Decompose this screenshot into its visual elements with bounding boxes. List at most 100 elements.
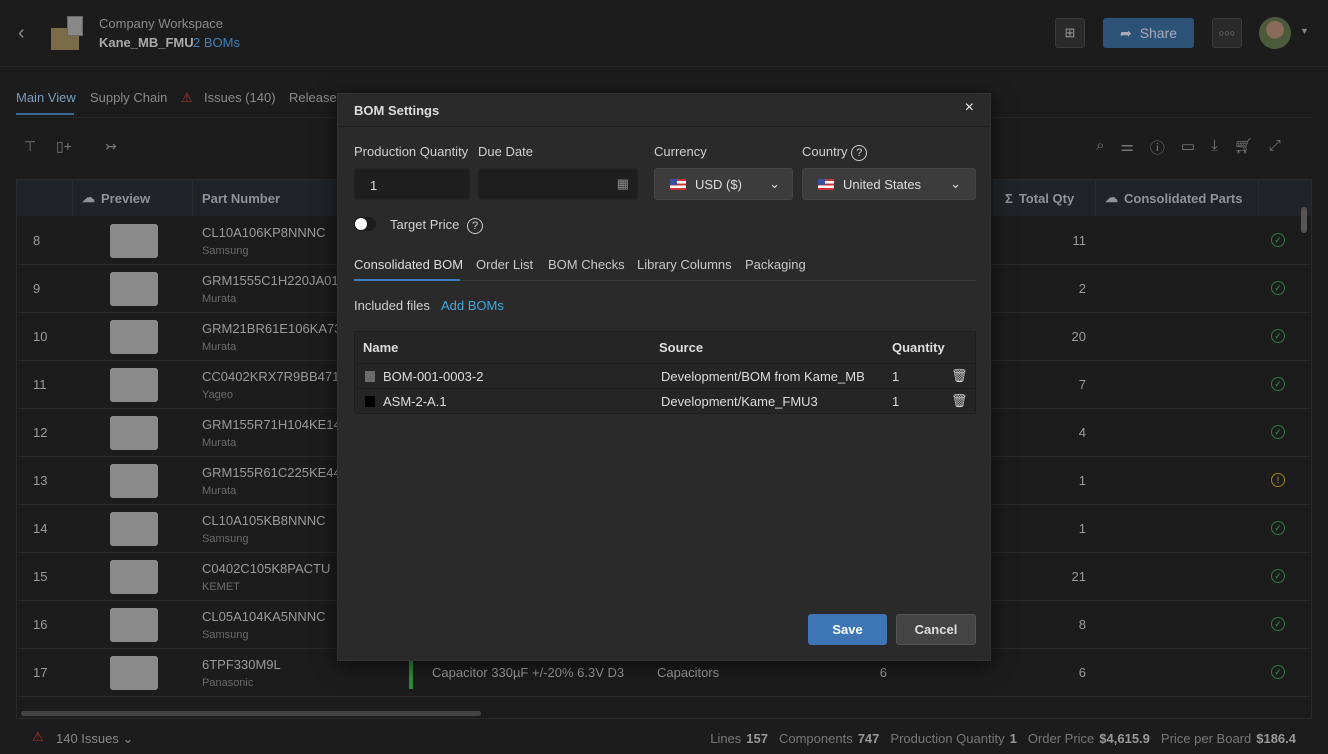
avatar[interactable] <box>1259 17 1291 49</box>
row-number: 9 <box>33 281 41 296</box>
part-preview-image <box>110 224 158 258</box>
add-column-icon[interactable]: ▯+ <box>56 138 72 155</box>
file-row: BOM-001-0003-2 Development/BOM from Kame… <box>355 363 975 388</box>
part-number[interactable]: CC0402KRX7R9BB471 <box>202 369 339 384</box>
part-number[interactable]: 6TPF330M9L <box>202 657 281 672</box>
trash-icon[interactable]: 🗑︎ <box>951 393 968 409</box>
total-qty: 21 <box>1071 569 1086 584</box>
tab-packaging[interactable]: Packaging <box>745 257 806 272</box>
check-status-icon: ✓ <box>1271 569 1285 583</box>
tab-bom-checks[interactable]: BOM Checks <box>548 257 625 272</box>
save-button[interactable]: Save <box>808 614 887 645</box>
target-price-label: Target Price ? <box>390 217 483 234</box>
more-button[interactable]: ○○○ <box>1212 18 1242 48</box>
production-quantity-input[interactable]: 1 <box>354 168 470 200</box>
part-preview-image <box>110 560 158 594</box>
app-header: ‹ Company Workspace Kane_MB_FMU 2 BOMs ⊞… <box>0 0 1328 67</box>
dialog-title: BOM Settings <box>354 103 440 118</box>
horizontal-scrollbar[interactable] <box>21 711 481 716</box>
chevron-down-icon: ⌄ <box>769 176 780 191</box>
file-quantity[interactable]: 1 <box>892 369 899 384</box>
target-price-toggle[interactable] <box>354 217 376 231</box>
bom-count-link[interactable]: 2 BOMs <box>193 35 240 50</box>
tab-consolidated-bom[interactable]: Consolidated BOM <box>354 257 463 272</box>
comments-icon[interactable]: ▭ <box>1181 137 1195 158</box>
currency-select[interactable]: USD ($) ⌄ <box>654 168 793 200</box>
header-label: Part Number <box>202 190 281 206</box>
info-icon[interactable]: ⓘ <box>1150 137 1165 158</box>
currency-value: USD ($) <box>695 176 742 192</box>
avatar-dropdown-icon[interactable]: ▼ <box>1300 26 1309 36</box>
expand-icon[interactable]: ⤢ <box>1269 137 1281 158</box>
cart-icon[interactable]: 🛒︎ <box>1234 137 1253 158</box>
row-number: 17 <box>33 665 48 680</box>
file-source: Development/Kame_FMU3 <box>661 393 818 409</box>
file-name: ASM-2-A.1 <box>383 393 447 409</box>
tab-releases[interactable]: Releases <box>289 90 343 105</box>
us-flag-icon <box>670 178 686 190</box>
part-number[interactable]: GRM1555C1H220JA01D <box>202 273 348 288</box>
part-number[interactable]: CL05A104KA5NNNC <box>202 609 326 624</box>
col-source: Source <box>659 340 704 355</box>
order-price-label: Order Price <box>1027 731 1095 746</box>
part-number[interactable]: GRM21BR61E106KA73L <box>202 321 349 336</box>
tab-supply-chain[interactable]: Supply Chain <box>90 90 167 105</box>
merge-icon[interactable]: ↣ <box>105 138 117 155</box>
calendar-icon[interactable]: ▦ <box>617 176 629 192</box>
column-header-consolidated[interactable]: ☁ Consolidated Parts <box>1096 180 1259 216</box>
tab-issues[interactable]: Issues (140) <box>204 90 276 105</box>
part-number[interactable]: C0402C105K8PACTU <box>202 561 330 576</box>
warning-icon: ⚠ <box>181 90 193 105</box>
filter-sliders-icon[interactable]: ⚌ <box>1120 137 1133 158</box>
trash-icon[interactable]: 🗑︎ <box>951 368 968 384</box>
country-label-text: Country <box>802 144 848 159</box>
tab-order-list[interactable]: Order List <box>476 257 533 272</box>
part-number[interactable]: CL10A105KB8NNNC <box>202 513 326 528</box>
add-comment-button[interactable]: ⊞ <box>1055 18 1085 48</box>
help-icon[interactable]: ? <box>467 218 483 234</box>
country-select[interactable]: United States ⌄ <box>802 168 976 200</box>
download-icon[interactable]: ⤓ <box>1211 137 1218 158</box>
part-number[interactable]: GRM155R61C225KE44D <box>202 465 350 480</box>
sigma-icon: Σ <box>1005 190 1013 206</box>
tab-main-view[interactable]: Main View <box>16 90 76 105</box>
vertical-scrollbar[interactable] <box>1301 207 1307 233</box>
total-qty: 6 <box>1078 665 1086 680</box>
cancel-button[interactable]: Cancel <box>896 614 976 645</box>
project-name: Kane_MB_FMU <box>99 35 194 50</box>
file-source: Development/BOM from Kame_MB <box>661 368 865 384</box>
quantity: 6 <box>879 665 887 680</box>
column-header-preview[interactable]: ☁ Preview <box>73 180 193 216</box>
issues-dropdown[interactable]: 140 Issues ⌄ <box>56 731 133 747</box>
document-icon <box>67 16 83 36</box>
file-quantity[interactable]: 1 <box>892 394 899 409</box>
check-status-icon: ✓ <box>1271 521 1285 535</box>
warning-status-icon: ! <box>1271 473 1285 487</box>
total-qty: 8 <box>1078 617 1086 632</box>
help-icon[interactable]: ? <box>851 145 868 161</box>
column-header-total-qty[interactable]: Σ Total Qty <box>996 180 1096 216</box>
included-files-table: Name Source Quantity BOM-001-0003-2 Deve… <box>354 331 976 414</box>
check-status-icon: ✓ <box>1271 425 1285 439</box>
check-status-icon: ✓ <box>1271 281 1285 295</box>
add-row-icon[interactable]: ⊤ <box>24 138 36 155</box>
part-preview-image <box>110 512 158 546</box>
due-date-input[interactable]: ▦ <box>478 168 638 200</box>
part-number[interactable]: CL10A106KP8NNNC <box>202 225 326 240</box>
comment-plus-icon: ⊞ <box>1064 25 1076 40</box>
col-quantity: Quantity <box>892 340 945 355</box>
column-header-index <box>17 180 73 216</box>
close-icon[interactable]: × <box>965 99 974 117</box>
share-button[interactable]: ➦ Share <box>1103 18 1194 48</box>
part-number[interactable]: GRM155R71H104KE14D <box>202 417 350 432</box>
currency-label: Currency <box>654 144 707 159</box>
lines-label: Lines <box>710 731 742 746</box>
add-boms-link[interactable]: Add BOMs <box>441 298 504 313</box>
manufacturer: Murata <box>202 293 237 305</box>
total-qty: 1 <box>1078 473 1086 488</box>
file-name: BOM-001-0003-2 <box>383 368 484 384</box>
back-icon[interactable]: ‹ <box>18 22 25 45</box>
search-icon[interactable]: ⌕ <box>1096 137 1104 158</box>
tab-library-columns[interactable]: Library Columns <box>637 257 732 272</box>
row-number: 11 <box>33 377 47 392</box>
